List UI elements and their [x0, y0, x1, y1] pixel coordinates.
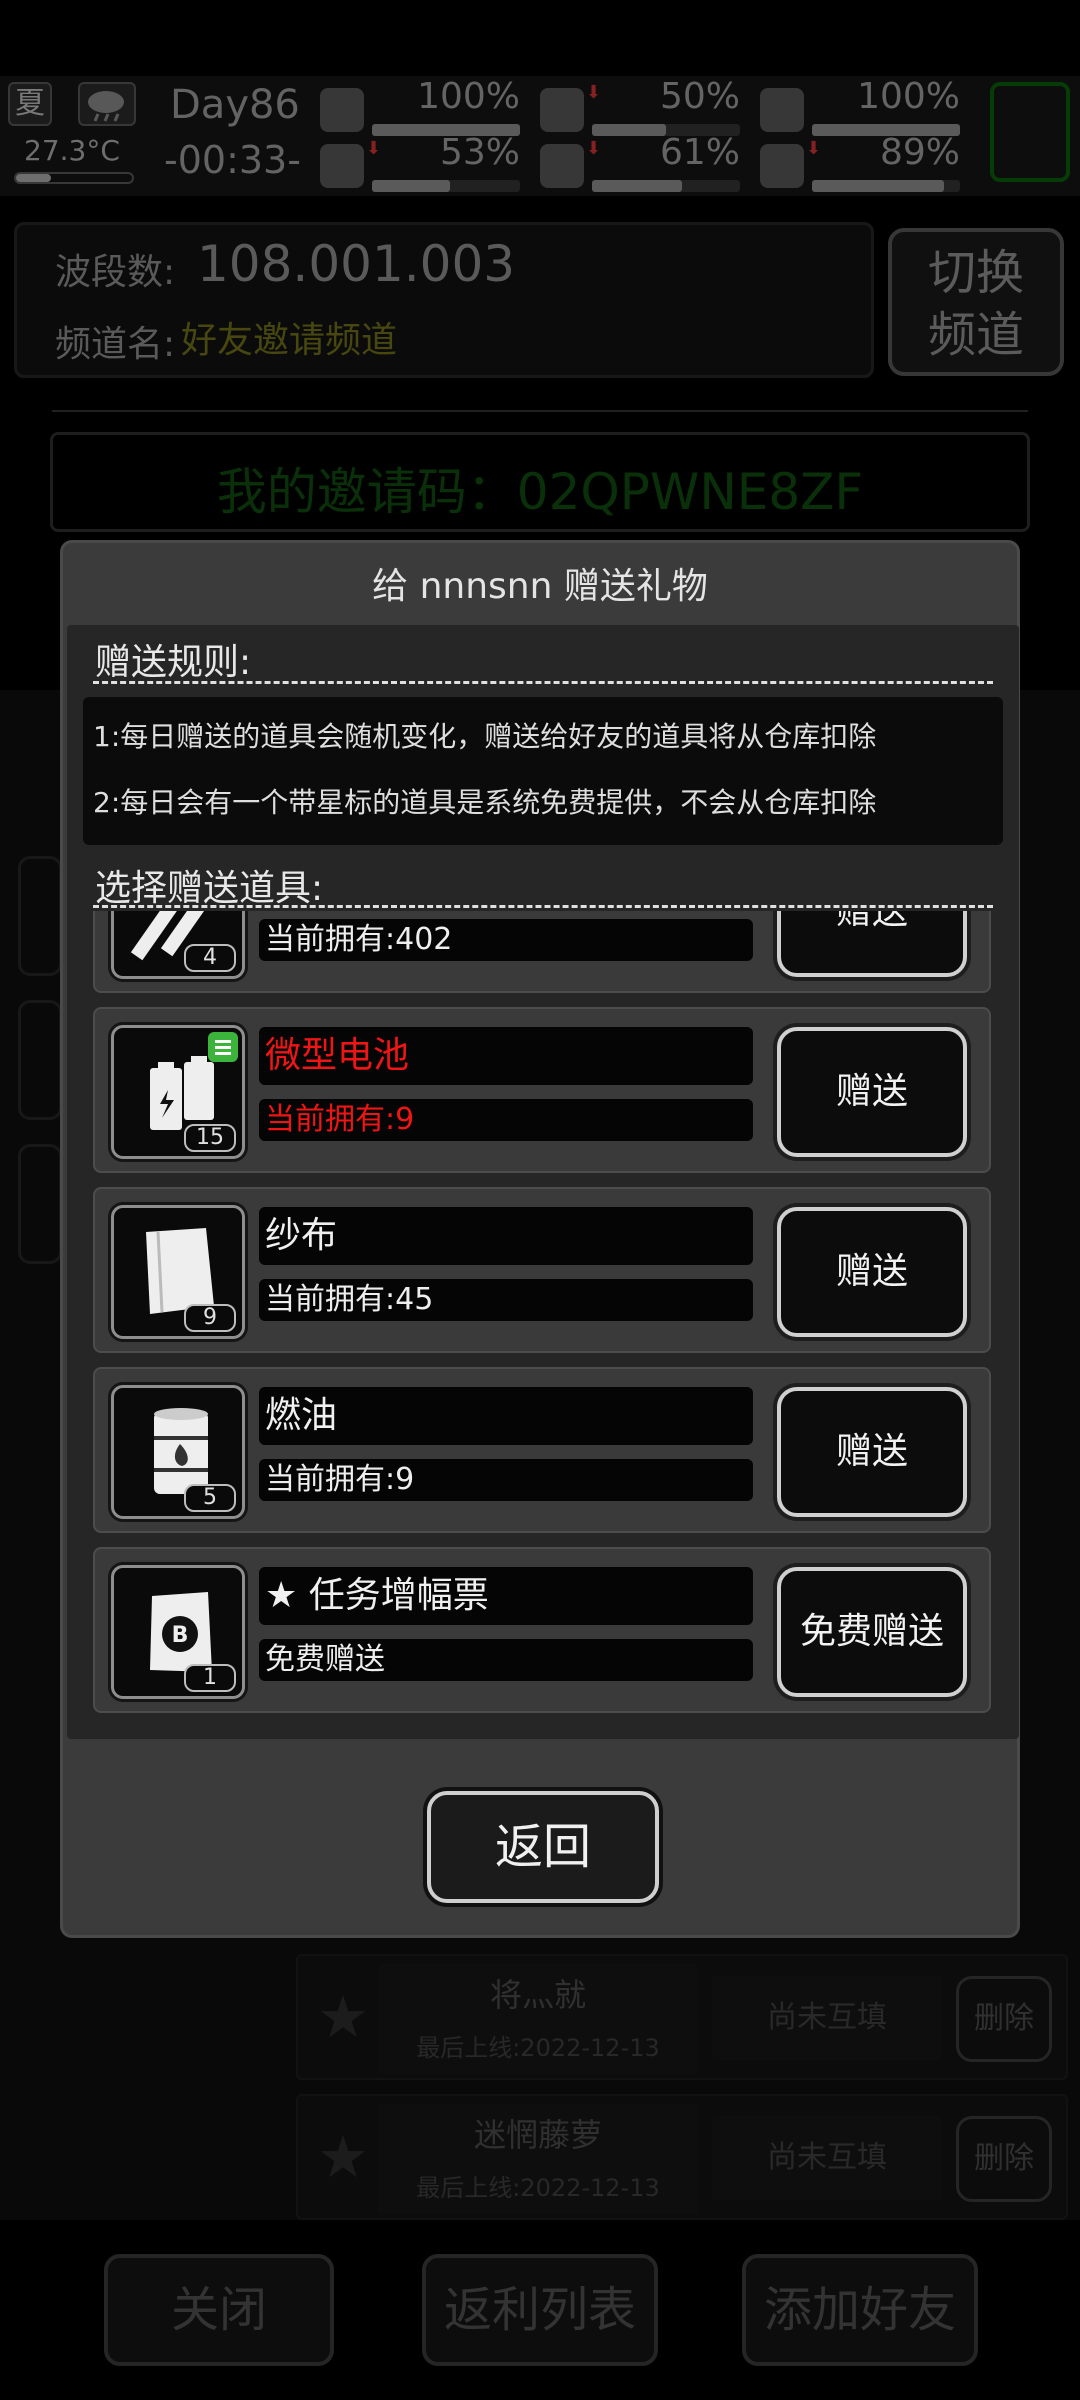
- item-name: ★ 任务增幅票: [259, 1567, 753, 1625]
- item-quantity: 9: [184, 1304, 236, 1332]
- rules-title: 赠送规则:: [95, 642, 252, 683]
- dialog-title: 给 nnnsnn 赠送礼物: [372, 566, 708, 607]
- dashed-divider: [93, 681, 993, 684]
- gift-item: 15 微型电池 当前拥有:9 赠送: [93, 1007, 991, 1173]
- item-name: 纱布: [259, 1207, 753, 1265]
- ticket-icon: B 1: [111, 1565, 245, 1699]
- rule-line: 2:每日会有一个带星标的道具是系统免费提供，不会从仓库扣除: [93, 786, 877, 819]
- item-quantity: 1: [184, 1664, 236, 1692]
- item-quantity: 5: [184, 1484, 236, 1512]
- gauze-icon: 9: [111, 1205, 245, 1339]
- item-name: 微型电池: [259, 1027, 753, 1085]
- item-owned: 当前拥有:9: [259, 1459, 753, 1501]
- item-owned: 当前拥有:45: [259, 1279, 753, 1321]
- gift-item: 9 纱布 当前拥有:45 赠送: [93, 1187, 991, 1353]
- item-quantity: 15: [184, 1124, 236, 1152]
- dialog-body: 赠送规则: 1:每日赠送的道具会随机变化，赠送给好友的道具将从仓库扣除 2:每日…: [67, 625, 1019, 1739]
- item-name: 燃油: [259, 1387, 753, 1445]
- send-button[interactable]: 赠送: [777, 1387, 967, 1517]
- item-owned: 免费赠送: [259, 1639, 753, 1681]
- send-button[interactable]: 赠送: [777, 911, 967, 977]
- gift-item: 4 当前拥有:402 赠送: [93, 911, 991, 993]
- select-title: 选择赠送道具:: [95, 868, 324, 909]
- battery-icon: 15: [111, 1025, 245, 1159]
- rules-box: 1:每日赠送的道具会随机变化，赠送给好友的道具将从仓库扣除 2:每日会有一个带星…: [83, 697, 1003, 845]
- dashed-divider: [93, 905, 993, 908]
- svg-text:B: B: [172, 1623, 189, 1648]
- gift-item-list[interactable]: 4 当前拥有:402 赠送 15 微型电池 当前拥有:9 赠送 9 纱布 当前拥…: [83, 911, 1003, 1737]
- send-button[interactable]: 赠送: [777, 1207, 967, 1337]
- item-owned: 当前拥有:402: [259, 919, 753, 961]
- gift-dialog: 给 nnnsnn 赠送礼物 赠送规则: 1:每日赠送的道具会随机变化，赠送给好友…: [60, 540, 1020, 1938]
- pen-icon: 4: [111, 911, 245, 979]
- send-button[interactable]: 赠送: [777, 1027, 967, 1157]
- gift-item: B 1 ★ 任务增幅票 免费赠送 免费赠送: [93, 1547, 991, 1713]
- item-owned: 当前拥有:9: [259, 1099, 753, 1141]
- rule-line: 1:每日赠送的道具会随机变化，赠送给好友的道具将从仓库扣除: [93, 720, 877, 753]
- gift-item: 5 燃油 当前拥有:9 赠送: [93, 1367, 991, 1533]
- item-quantity: 4: [184, 944, 236, 972]
- fuel-barrel-icon: 5: [111, 1385, 245, 1519]
- back-button[interactable]: 返回: [427, 1791, 659, 1903]
- new-badge-icon: [208, 1032, 238, 1062]
- free-send-button[interactable]: 免费赠送: [777, 1567, 967, 1697]
